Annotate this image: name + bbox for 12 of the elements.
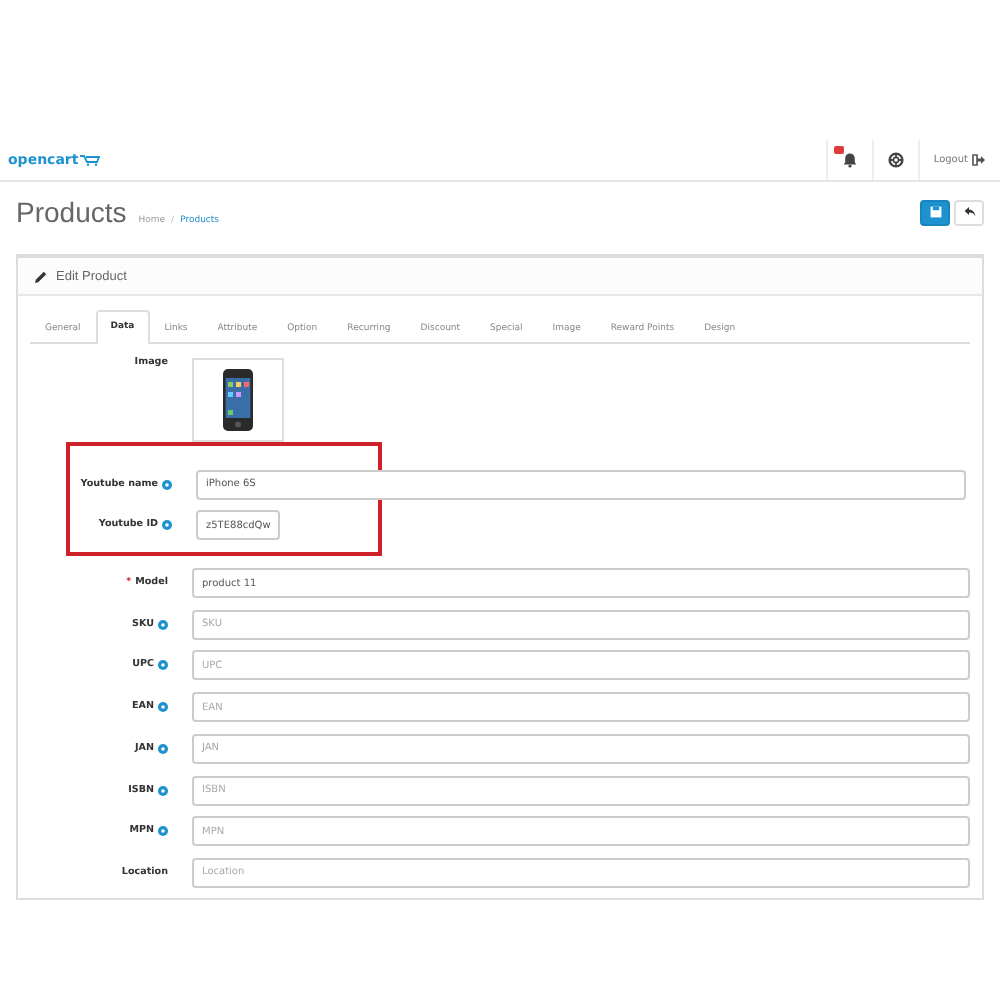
lifebuoy-icon (887, 152, 904, 168)
cart-icon (80, 154, 101, 166)
image-thumbnail[interactable] (192, 358, 284, 442)
bell-icon (841, 152, 858, 168)
save-button[interactable] (920, 199, 950, 225)
pencil-icon (34, 269, 48, 283)
page-title: Products (16, 196, 127, 228)
notification-badge (833, 146, 844, 154)
phone-drawing (222, 368, 254, 432)
back-button[interactable] (954, 199, 984, 225)
sign-out-icon (972, 154, 986, 166)
reply-icon (963, 206, 975, 218)
